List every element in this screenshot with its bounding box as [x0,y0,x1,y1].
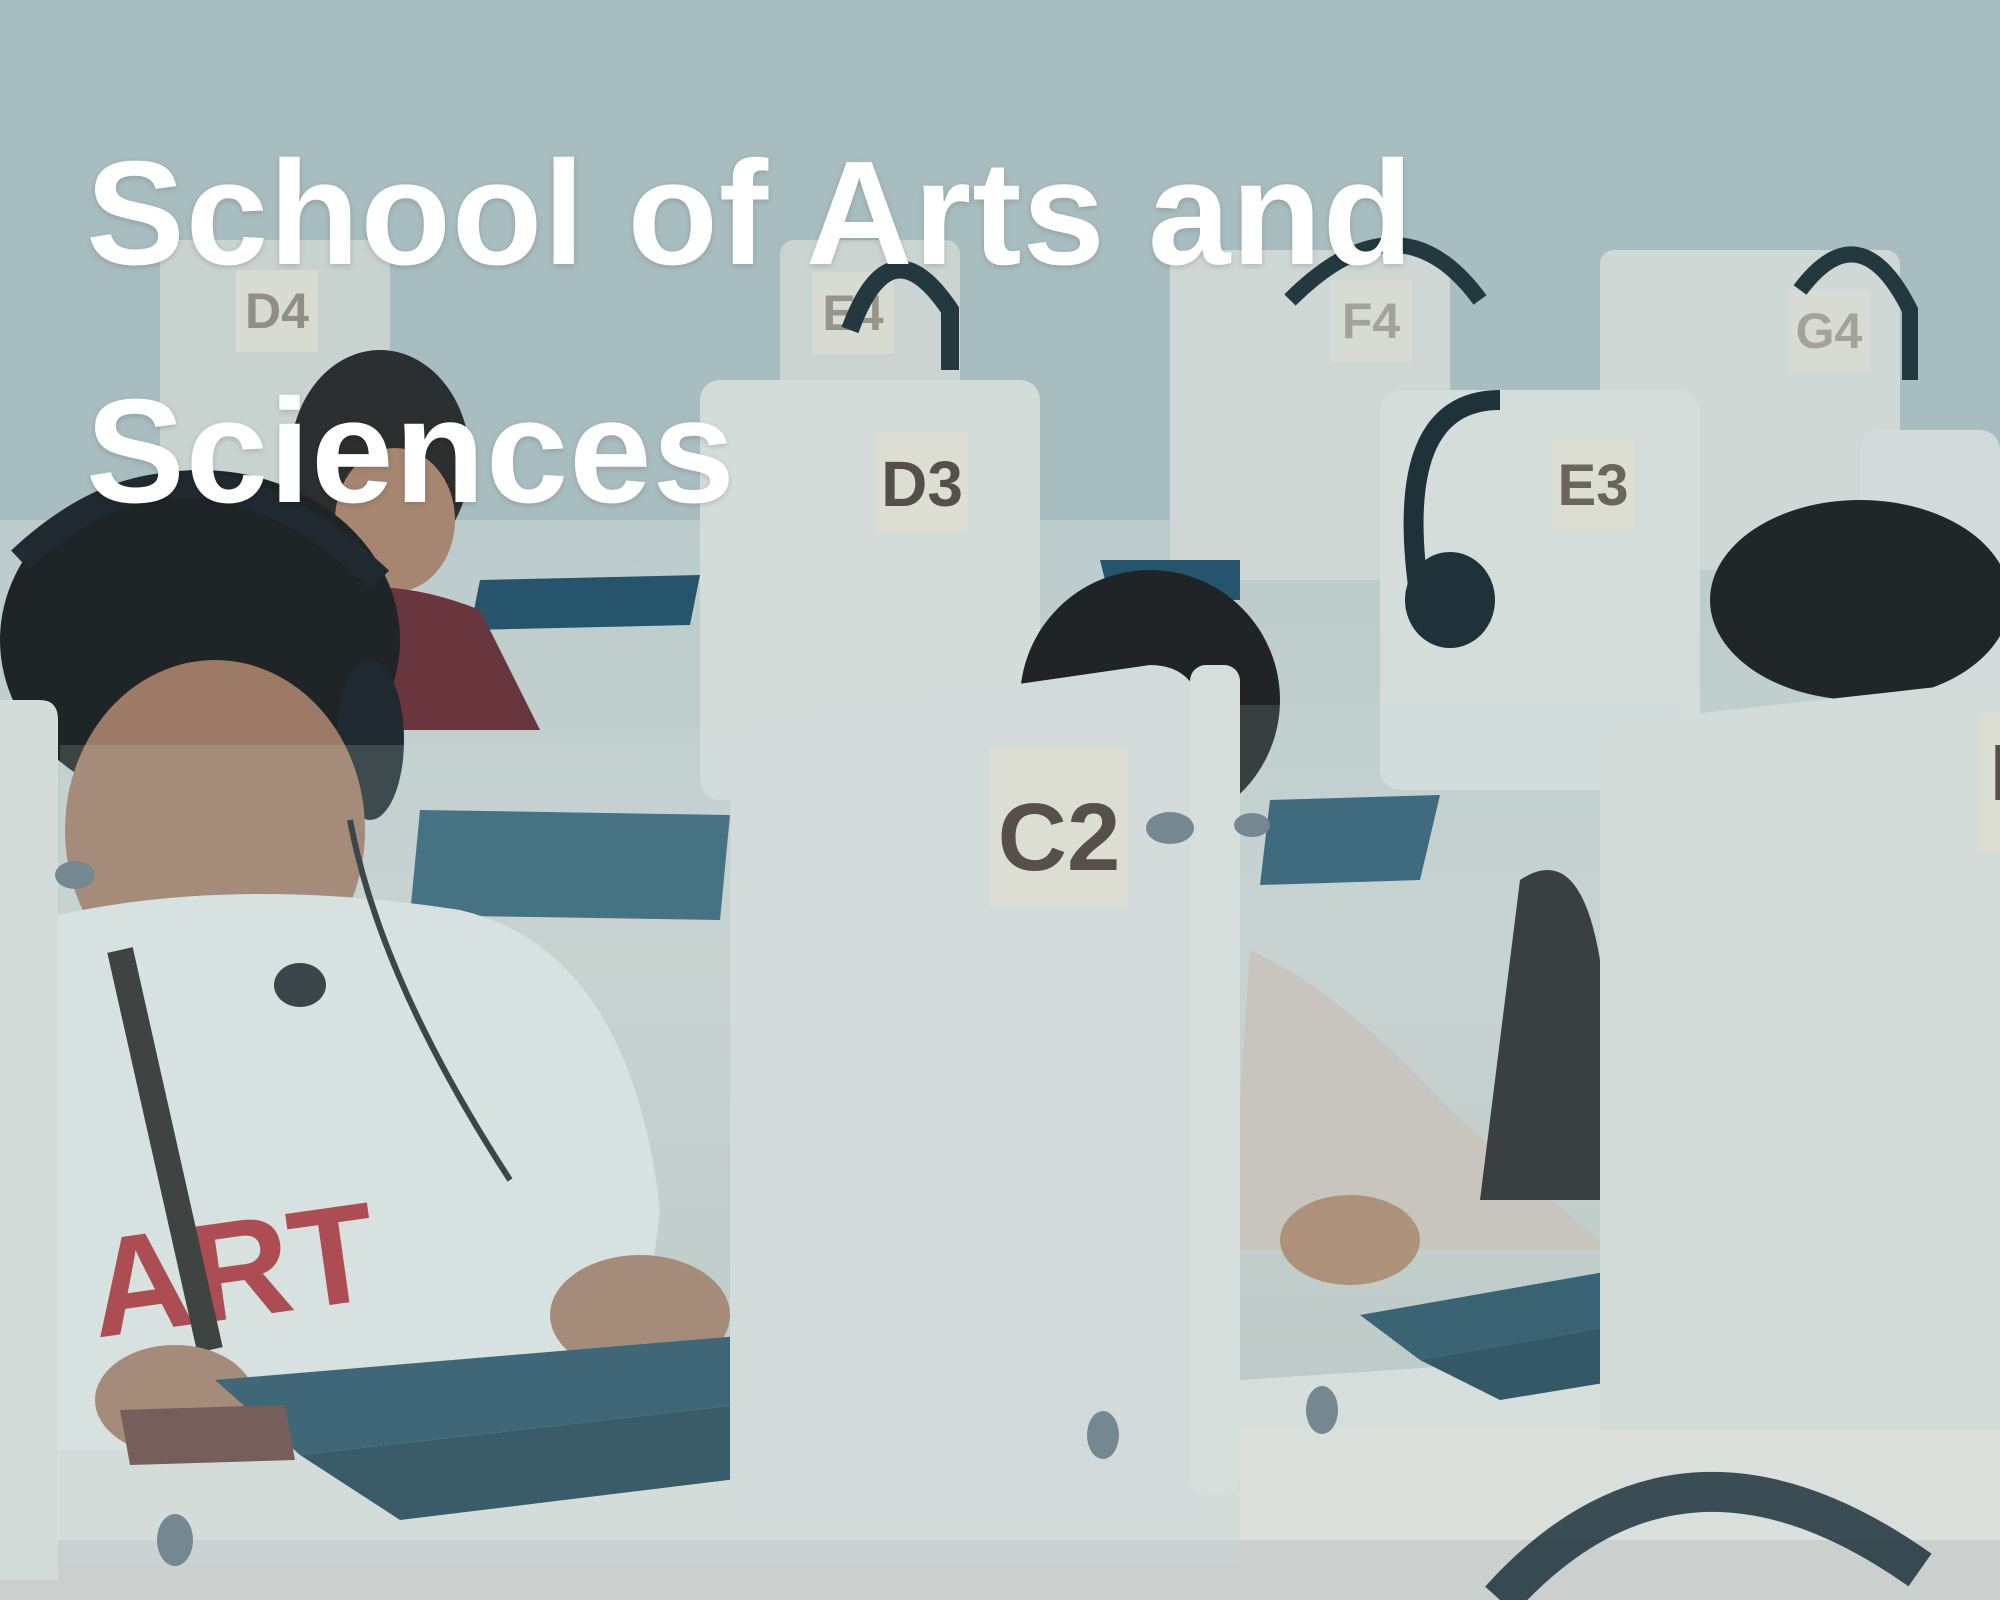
hero-photo: D4 E4 F4 G4 D3 E3 ART C2 School of Arts … [0,0,2000,1600]
page-title: School of Arts and Sciences [86,131,1415,534]
